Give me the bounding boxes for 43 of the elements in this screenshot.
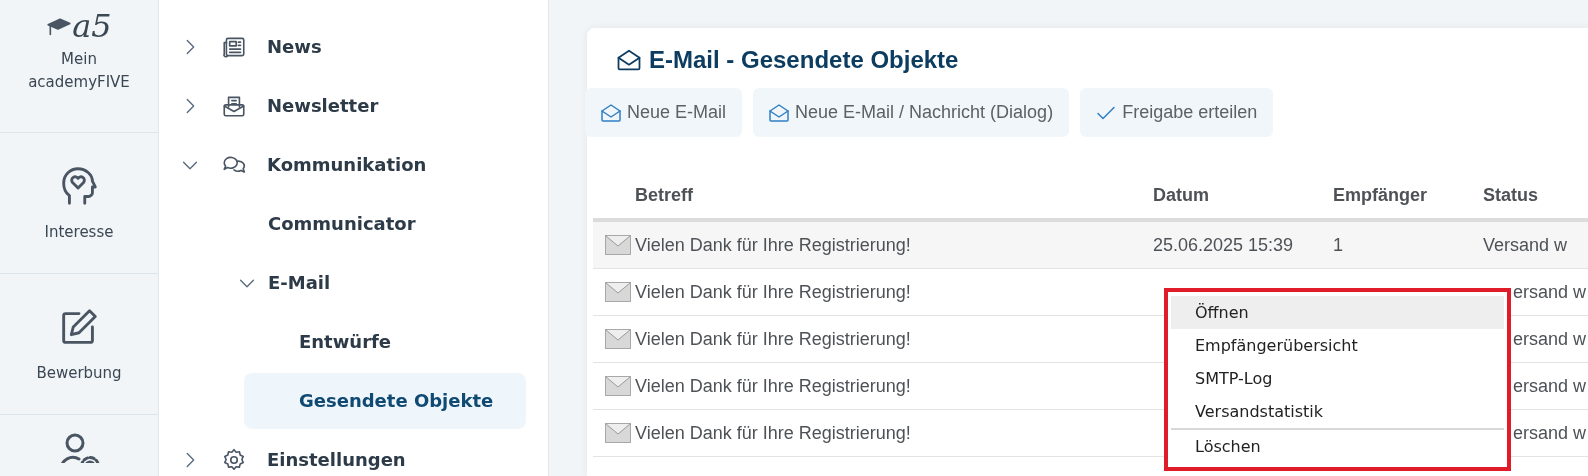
nav-item[interactable]: Kommunikation xyxy=(267,154,427,175)
menu-item[interactable]: Löschen xyxy=(1171,428,1504,463)
table-cell: Vielen Dank für Ihre Registrierung! xyxy=(635,281,911,303)
toolbar-button[interactable]: Freigabe erteilen xyxy=(1080,88,1274,137)
page-title: E-Mail - Gesendete Objekte xyxy=(649,46,959,74)
rail-label[interactable]: Interesse xyxy=(44,220,114,244)
column-header[interactable]: Betreff xyxy=(605,185,693,205)
table-cell: ersand w xyxy=(1513,328,1587,349)
table-cell: Vielen Dank für Ihre Registrierung! xyxy=(635,375,911,397)
table-cell: ersand w xyxy=(1513,281,1587,302)
table-cell: Vielen Dank für Ihre Registrierung! xyxy=(635,234,911,256)
menu-item[interactable]: Versandstatistik xyxy=(1171,395,1504,428)
nav-item[interactable]: Gesendete Objekte xyxy=(244,372,526,429)
table-cell: Vielen Dank für Ihre Registrierung! xyxy=(635,422,911,444)
nav-item[interactable]: Communicator xyxy=(268,195,416,252)
rail-label[interactable]: Mein academyFIVE xyxy=(19,48,139,93)
nav-item[interactable]: News xyxy=(267,36,322,57)
envelope-icon xyxy=(605,235,631,255)
envelope-icon xyxy=(605,329,631,349)
table-cell: ersand w xyxy=(1513,422,1587,443)
toolbar-button[interactable]: Neue E-Mail / Nachricht (Dialog) xyxy=(753,88,1070,137)
envelope-icon xyxy=(605,376,631,396)
table-cell: ersand w xyxy=(1513,375,1587,396)
table-cell: 25.06.2025 15:39 xyxy=(1153,234,1294,255)
logo: a5 xyxy=(46,10,112,42)
toolbar-button[interactable]: Neue E-Mail xyxy=(585,88,743,137)
menu-item[interactable]: Empfängerübersicht xyxy=(1171,329,1504,362)
settings-icon xyxy=(221,446,247,473)
column-header[interactable]: Empfänger xyxy=(1333,185,1428,205)
envelope-icon xyxy=(605,423,631,443)
rail-label[interactable]: Bewerbung xyxy=(36,361,122,385)
nav-item[interactable]: Einstellungen xyxy=(267,449,406,470)
nav-item[interactable]: Entwürfe xyxy=(244,313,526,370)
nav-item[interactable]: E-Mail xyxy=(268,272,331,293)
menu-item[interactable]: Öffnen xyxy=(1171,296,1504,329)
table-cell: 1 xyxy=(1333,234,1343,255)
column-header[interactable]: Datum xyxy=(1153,185,1209,205)
column-header[interactable]: Status xyxy=(1483,185,1538,205)
table-cell: Versand w xyxy=(1483,234,1568,255)
menu-item[interactable]: SMTP-Log xyxy=(1171,362,1504,395)
table-cell: Vielen Dank für Ihre Registrierung! xyxy=(635,328,911,350)
nav-item[interactable]: Newsletter xyxy=(267,95,379,116)
envelope-icon xyxy=(605,282,631,302)
